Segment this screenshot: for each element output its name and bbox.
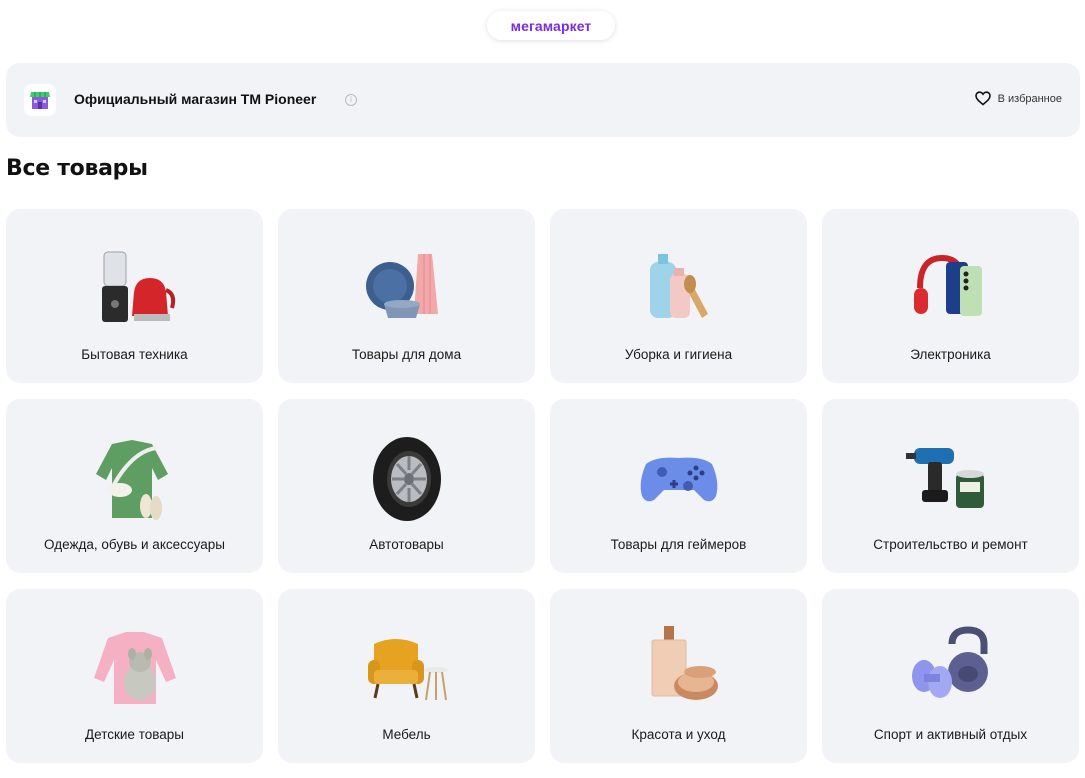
- category-card-home-goods[interactable]: Товары для дома: [278, 209, 535, 383]
- heart-icon: [974, 91, 991, 106]
- category-card-auto[interactable]: Автотовары: [278, 399, 535, 573]
- category-card-electronics[interactable]: Электроника: [822, 209, 1079, 383]
- clothing-icon: [95, 439, 168, 520]
- category-card-cleaning[interactable]: Уборка и гигиена: [550, 209, 807, 383]
- category-label: Электроника: [910, 347, 991, 362]
- store-header: Официальный магазин ТМ Pioneer i В избра…: [6, 63, 1080, 137]
- category-card-furniture[interactable]: Мебель: [278, 589, 535, 763]
- category-label: Одежда, обувь и аксессуары: [44, 537, 225, 552]
- megamarket-logo[interactable]: мегамаркет: [487, 11, 615, 40]
- armchair-icon: [367, 638, 448, 700]
- appliances-icon: [101, 251, 175, 322]
- gamepad-icon: [640, 457, 717, 501]
- store-logo[interactable]: [24, 84, 56, 116]
- category-card-construction[interactable]: Строительство и ремонт: [822, 399, 1079, 573]
- category-card-beauty[interactable]: Красота и уход: [550, 589, 807, 763]
- category-label: Строительство и ремонт: [873, 537, 1028, 552]
- category-label: Мебель: [382, 727, 431, 742]
- store-name: Официальный магазин ТМ Pioneer: [74, 91, 317, 107]
- cleaning-icon: [649, 253, 708, 318]
- category-card-kids[interactable]: Детские товары: [6, 589, 263, 763]
- kids-icon: [93, 631, 176, 704]
- shop-icon: [30, 92, 50, 109]
- category-label: Товары для геймеров: [610, 537, 747, 552]
- add-to-favorites-button[interactable]: В избранное: [974, 91, 1062, 106]
- home-goods-icon: [365, 253, 438, 318]
- tire-icon: [372, 436, 441, 521]
- favorite-label: В избранное: [997, 92, 1062, 105]
- category-card-gamers[interactable]: Товары для геймеров: [550, 399, 807, 573]
- section-title: Все товары: [6, 156, 148, 181]
- electronics-icon: [913, 254, 982, 316]
- beauty-icon: [651, 625, 718, 700]
- category-label: Товары для дома: [351, 347, 462, 362]
- kettlebell-icon: [911, 625, 988, 698]
- category-label: Детские товары: [85, 727, 184, 742]
- info-icon[interactable]: i: [345, 94, 357, 106]
- category-label: Красота и уход: [631, 727, 726, 742]
- drill-icon: [905, 447, 984, 508]
- category-card-sport[interactable]: Спорт и активный отдых: [822, 589, 1079, 763]
- category-label: Бытовая техника: [81, 347, 188, 362]
- category-label: Спорт и активный отдых: [873, 727, 1028, 742]
- category-grid: Бытовая техника Товары для дома Уборка и…: [6, 209, 1079, 763]
- category-label: Уборка и гигиена: [624, 347, 733, 362]
- category-card-clothing[interactable]: Одежда, обувь и аксессуары: [6, 399, 263, 573]
- category-card-appliances[interactable]: Бытовая техника: [6, 209, 263, 383]
- category-label: Автотовары: [369, 537, 444, 552]
